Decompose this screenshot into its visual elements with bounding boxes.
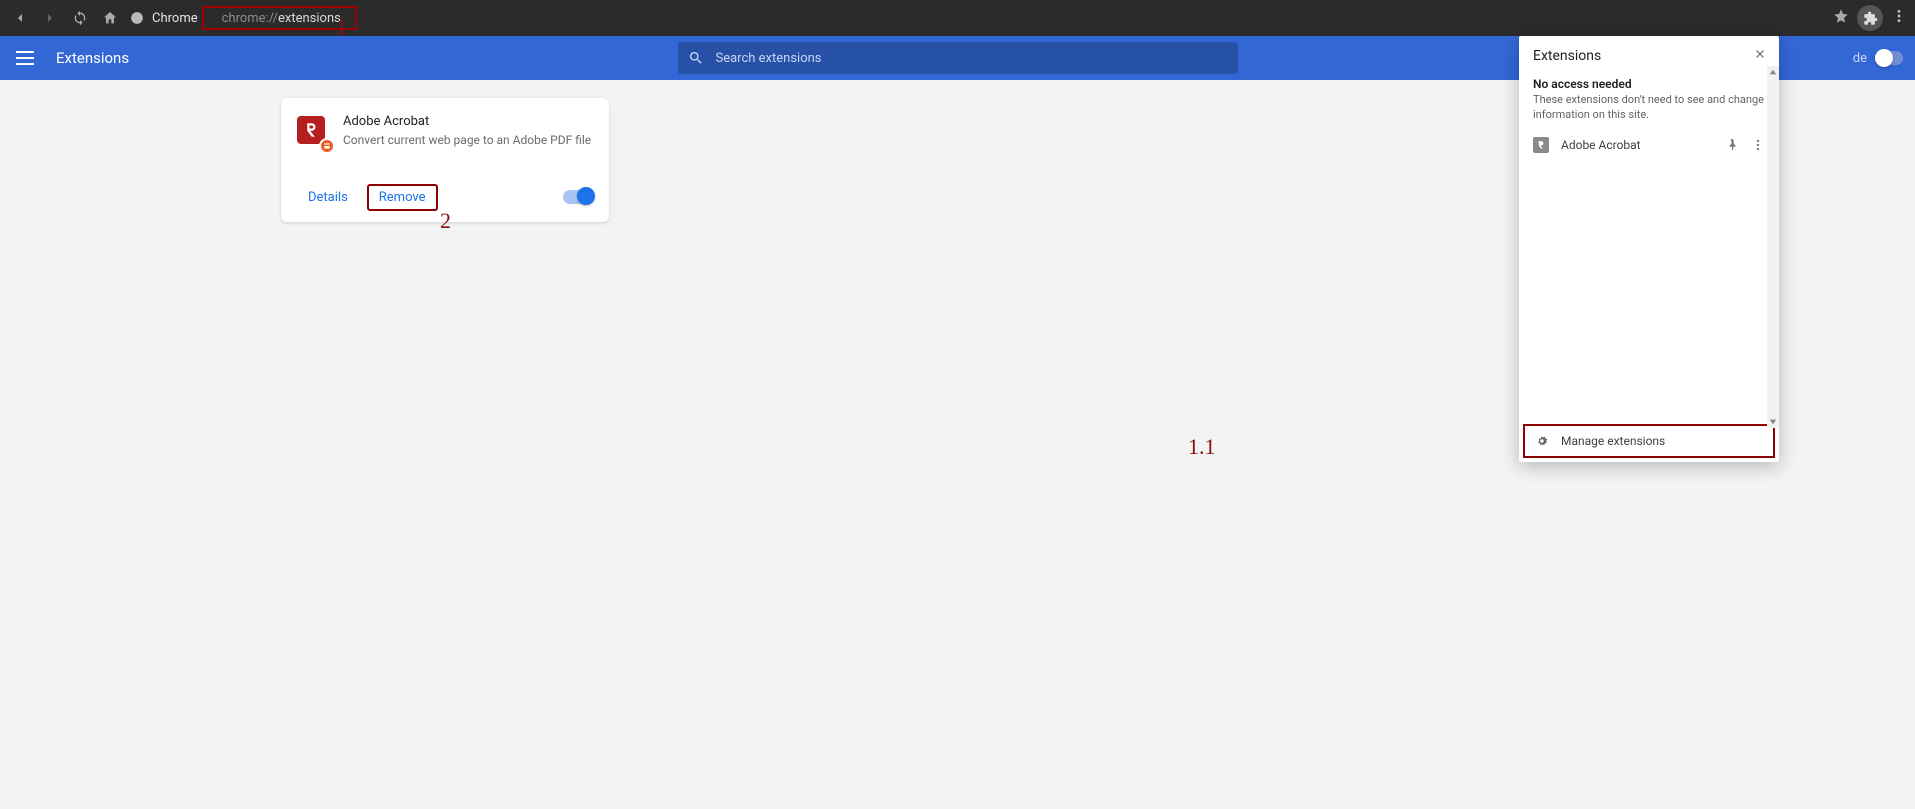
developer-mode-group: de — [1853, 51, 1903, 66]
url-prefix: chrome:// — [222, 11, 278, 26]
developer-mode-toggle[interactable] — [1875, 51, 1903, 65]
extension-icon — [297, 116, 329, 148]
chrome-logo-icon — [130, 11, 144, 25]
scroll-down-icon — [1769, 418, 1777, 426]
details-button[interactable]: Details — [297, 183, 359, 212]
home-icon — [102, 10, 118, 26]
card-text-block: Adobe Acrobat Convert current web page t… — [343, 114, 591, 149]
scroll-up-icon — [1769, 68, 1777, 76]
extensions-popup: Extensions No access needed These extens… — [1519, 36, 1779, 462]
reload-button[interactable] — [68, 6, 92, 30]
card-header-row: Adobe Acrobat Convert current web page t… — [297, 114, 593, 149]
popup-extension-row[interactable]: Adobe Acrobat — [1533, 137, 1765, 153]
extension-card: Adobe Acrobat Convert current web page t… — [281, 98, 609, 222]
manage-extensions-button[interactable]: Manage extensions — [1523, 424, 1775, 458]
more-vertical-icon — [1891, 8, 1907, 24]
row-more-icon[interactable] — [1751, 138, 1765, 152]
main-menu-button[interactable] — [16, 46, 40, 70]
site-info-chip[interactable]: Chrome — [130, 11, 198, 26]
address-bar[interactable]: chrome://extensions — [216, 9, 347, 28]
dev-mode-label-partial: de — [1853, 51, 1867, 66]
popup-body: No access needed These extensions don't … — [1519, 71, 1779, 424]
site-label: Chrome — [152, 11, 198, 26]
forward-button[interactable] — [38, 6, 62, 30]
page-title: Extensions — [56, 49, 129, 67]
star-icon — [1833, 8, 1849, 24]
browser-menu-button[interactable] — [1891, 8, 1907, 28]
puzzle-icon — [1863, 11, 1878, 26]
popup-header: Extensions — [1519, 36, 1779, 71]
manage-extensions-label: Manage extensions — [1561, 434, 1665, 448]
extension-enable-toggle[interactable] — [563, 190, 593, 204]
annotation-1-1: 1.1 — [1188, 434, 1216, 460]
close-icon — [1753, 47, 1767, 61]
search-input[interactable] — [716, 51, 1228, 66]
extensions-toolbar-button[interactable] — [1857, 5, 1883, 31]
convert-badge-icon — [319, 138, 335, 154]
browser-toolbar: Chrome chrome://extensions — [0, 0, 1915, 36]
nav-buttons-group — [8, 6, 122, 30]
back-arrow-icon — [12, 10, 28, 26]
search-icon — [688, 50, 704, 66]
pin-icon[interactable] — [1725, 138, 1739, 152]
extension-description: Convert current web page to an Adobe PDF… — [343, 133, 591, 149]
popup-scrollbar[interactable] — [1767, 66, 1779, 428]
popup-adobe-icon — [1533, 137, 1549, 153]
popup-subtitle: No access needed — [1533, 77, 1765, 91]
bookmark-button[interactable] — [1833, 8, 1849, 28]
popup-title: Extensions — [1533, 48, 1601, 64]
home-button[interactable] — [98, 6, 122, 30]
gear-icon — [1535, 434, 1549, 448]
reload-icon — [72, 10, 88, 26]
remove-button[interactable]: Remove — [367, 184, 438, 211]
popup-description: These extensions don't need to see and c… — [1533, 93, 1765, 123]
back-button[interactable] — [8, 6, 32, 30]
url-path: extensions — [278, 11, 341, 26]
popup-close-button[interactable] — [1753, 46, 1767, 65]
address-bar-highlight: chrome://extensions — [202, 6, 357, 30]
extension-name: Adobe Acrobat — [343, 114, 591, 129]
popup-row-label: Adobe Acrobat — [1561, 138, 1713, 152]
forward-arrow-icon — [42, 10, 58, 26]
annotation-2: 2 — [440, 208, 451, 234]
annotation-1: 1 — [336, 14, 347, 40]
search-bar[interactable] — [678, 42, 1238, 74]
browser-right-icons — [1833, 5, 1907, 31]
